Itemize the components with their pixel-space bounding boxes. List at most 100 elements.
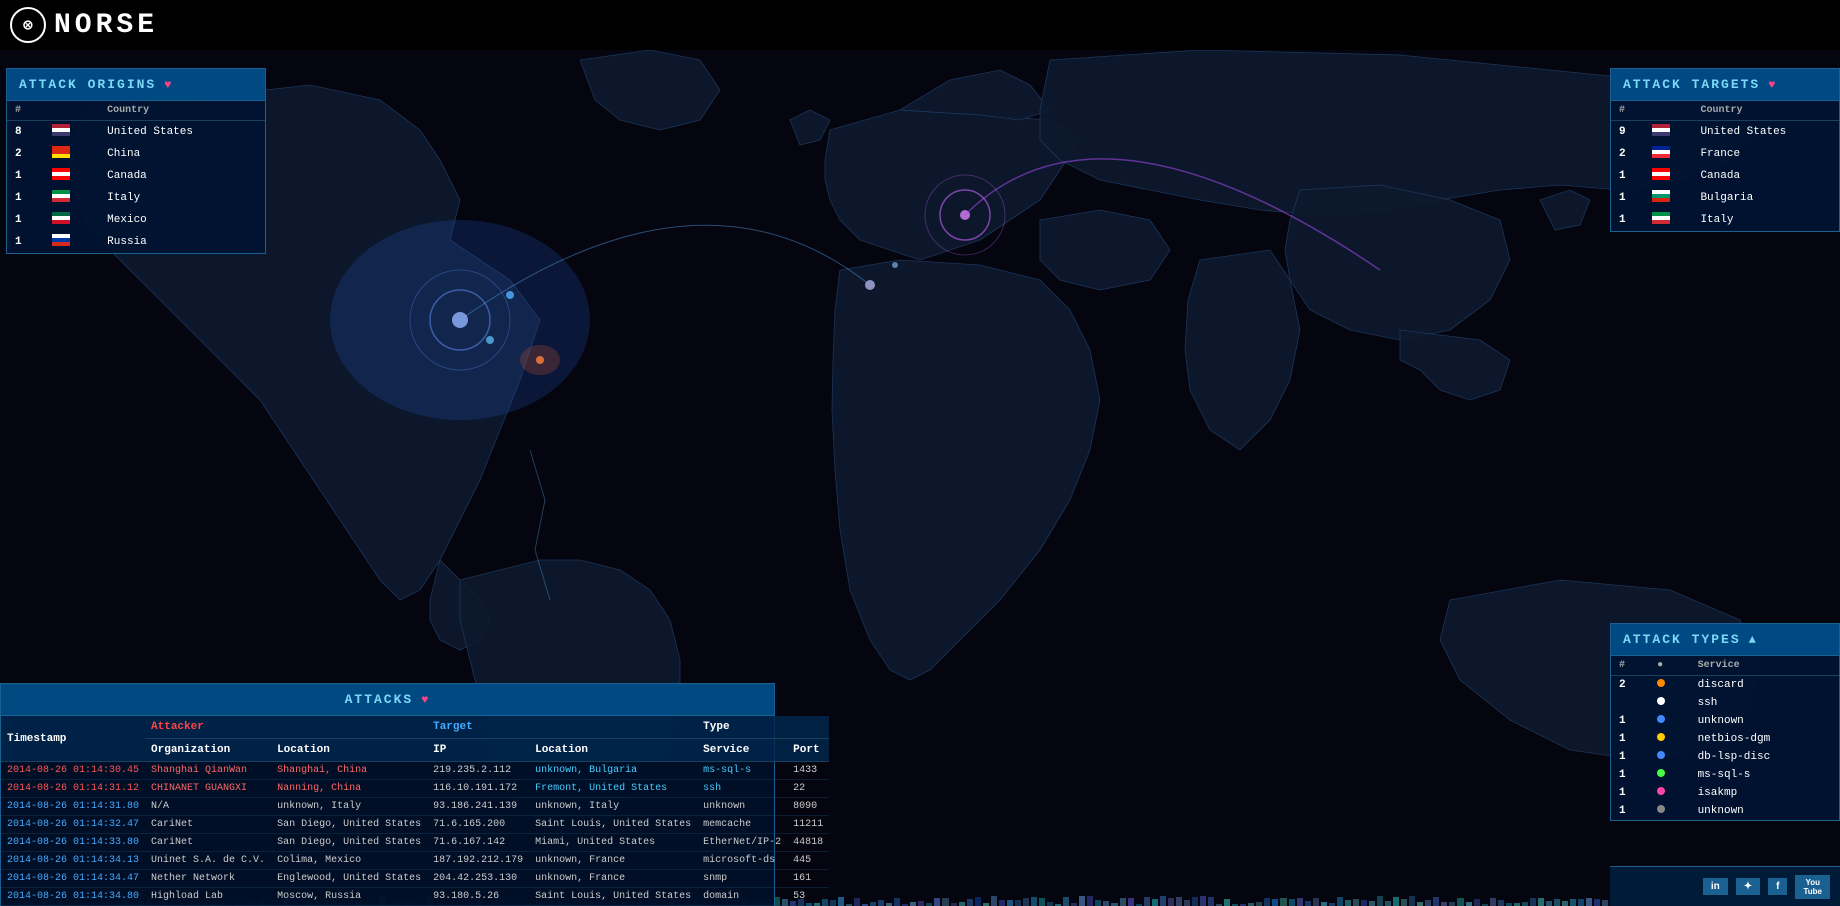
list-item: 1 db-lsp-disc (1611, 748, 1839, 766)
origin-flag (44, 209, 99, 231)
type-count: 2 (1611, 676, 1649, 695)
attack-service: microsoft-ds (697, 852, 787, 870)
attacks-title: ATTACKS (345, 692, 414, 707)
type-service: ssh (1690, 694, 1839, 712)
timeline-tick (878, 900, 884, 906)
target-flag (1644, 143, 1693, 165)
col-timestamp: Timestamp (1, 716, 145, 762)
timeline-tick (975, 897, 981, 906)
logo: ⊗ NORSE (10, 7, 158, 43)
list-item: 1 Mexico (7, 209, 265, 231)
attack-targets-table: # Country 9 United States 2 France 1 Can… (1611, 101, 1839, 231)
attack-port: 1433 (787, 762, 829, 780)
col-service: Service (697, 739, 787, 762)
attack-types-panel: ATTACK TYPES ▲ # ● Service 2 discard ssh… (1610, 623, 1840, 821)
list-item: 1 Canada (7, 165, 265, 187)
timeline-tick (1401, 899, 1407, 906)
timeline-tick (1095, 900, 1101, 906)
twitter-button[interactable]: ✦ (1736, 878, 1760, 895)
attack-service: snmp (697, 870, 787, 888)
attack-ip: 116.10.191.172 (427, 780, 529, 798)
types-col-count: # (1611, 656, 1649, 676)
type-count: 1 (1611, 766, 1649, 784)
target-count: 9 (1611, 121, 1644, 144)
type-dot (1649, 694, 1689, 712)
target-country: France (1692, 143, 1839, 165)
attack-targets-icon: ♥ (1768, 78, 1777, 92)
timeline-tick (1023, 898, 1029, 906)
timeline-tick (1586, 898, 1592, 906)
type-dot (1649, 766, 1689, 784)
list-item: 1 Canada (1611, 165, 1839, 187)
list-item: 1 Italy (7, 187, 265, 209)
attack-targets-title: ATTACK TARGETS (1623, 77, 1760, 92)
targets-col-count: # (1611, 101, 1644, 121)
type-service: isakmp (1690, 784, 1839, 802)
table-row: 2014-08-26 01:14:30.45 Shanghai QianWan … (1, 762, 829, 780)
targets-col-country: Country (1692, 101, 1839, 121)
timeline-tick (1264, 898, 1270, 906)
target-flag (1644, 187, 1693, 209)
type-dot (1649, 748, 1689, 766)
attack-origins-icon: ♥ (164, 78, 173, 92)
header: ⊗ NORSE (0, 0, 1840, 50)
timeline-tick (1466, 902, 1472, 906)
timeline-tick (1184, 900, 1190, 906)
timeline-tick (1457, 898, 1463, 906)
col-attacker-header: Attacker (145, 716, 427, 739)
timeline-tick (1449, 902, 1455, 906)
timeline-tick (870, 902, 876, 906)
types-col-service: Service (1690, 656, 1839, 676)
type-dot (1649, 784, 1689, 802)
timeline-tick (1192, 897, 1198, 906)
origin-count: 1 (7, 231, 44, 253)
attacks-header: ATTACKS ♥ (1, 684, 774, 716)
target-country: Italy (1692, 209, 1839, 231)
attack-org: Highload Lab (145, 888, 271, 906)
timeline-tick (1087, 896, 1093, 906)
timeline-tick (1578, 899, 1584, 906)
timeline-tick (910, 902, 916, 906)
timeline-tick (1530, 898, 1536, 906)
linkedin-button[interactable]: in (1703, 878, 1728, 895)
timeline-tick (1289, 899, 1295, 906)
attack-ip: 71.6.165.200 (427, 816, 529, 834)
youtube-button[interactable]: YouTube (1795, 875, 1830, 899)
target-count: 1 (1611, 209, 1644, 231)
timeline-tick (1321, 902, 1327, 906)
list-item: ssh (1611, 694, 1839, 712)
attack-origins-table: # Country 8 United States 2 China 1 Cana… (7, 101, 265, 253)
attack-ip: 204.42.253.130 (427, 870, 529, 888)
table-row: 2014-08-26 01:14:33.80 CariNet San Diego… (1, 834, 829, 852)
type-dot (1649, 676, 1689, 695)
origin-count: 2 (7, 143, 44, 165)
target-flag (1644, 165, 1693, 187)
attack-service: EtherNet/IP-2 (697, 834, 787, 852)
targets-col-flag (1644, 101, 1693, 121)
col-type-header: Type (697, 716, 829, 739)
origins-col-country: Country (99, 101, 265, 121)
timeline-tick (1337, 897, 1343, 906)
attacks-table: Timestamp Attacker Target Type Organizat… (1, 716, 829, 906)
timeline-tick (1208, 897, 1214, 906)
attack-target-loc: Saint Louis, United States (529, 816, 697, 834)
attack-types-title: ATTACK TYPES (1623, 632, 1741, 647)
timeline-tick (1079, 896, 1085, 906)
timeline-tick (1393, 897, 1399, 906)
origin-country: China (99, 143, 265, 165)
timeline-tick (1248, 903, 1254, 906)
facebook-button[interactable]: f (1768, 878, 1787, 895)
timeline-tick (894, 898, 900, 906)
attacks-icon: ♥ (421, 693, 430, 707)
attack-targets-header: ATTACK TARGETS ♥ (1611, 69, 1839, 101)
target-flag (1644, 209, 1693, 231)
list-item: 1 Bulgaria (1611, 187, 1839, 209)
timeline-tick (959, 902, 965, 906)
attack-attacker-loc: unknown, Italy (271, 798, 427, 816)
attack-port: 8090 (787, 798, 829, 816)
table-row: 2014-08-26 01:14:34.80 Highload Lab Mosc… (1, 888, 829, 906)
timeline-tick (830, 900, 836, 906)
timeline-tick (1176, 897, 1182, 906)
target-count: 2 (1611, 143, 1644, 165)
target-country: United States (1692, 121, 1839, 144)
